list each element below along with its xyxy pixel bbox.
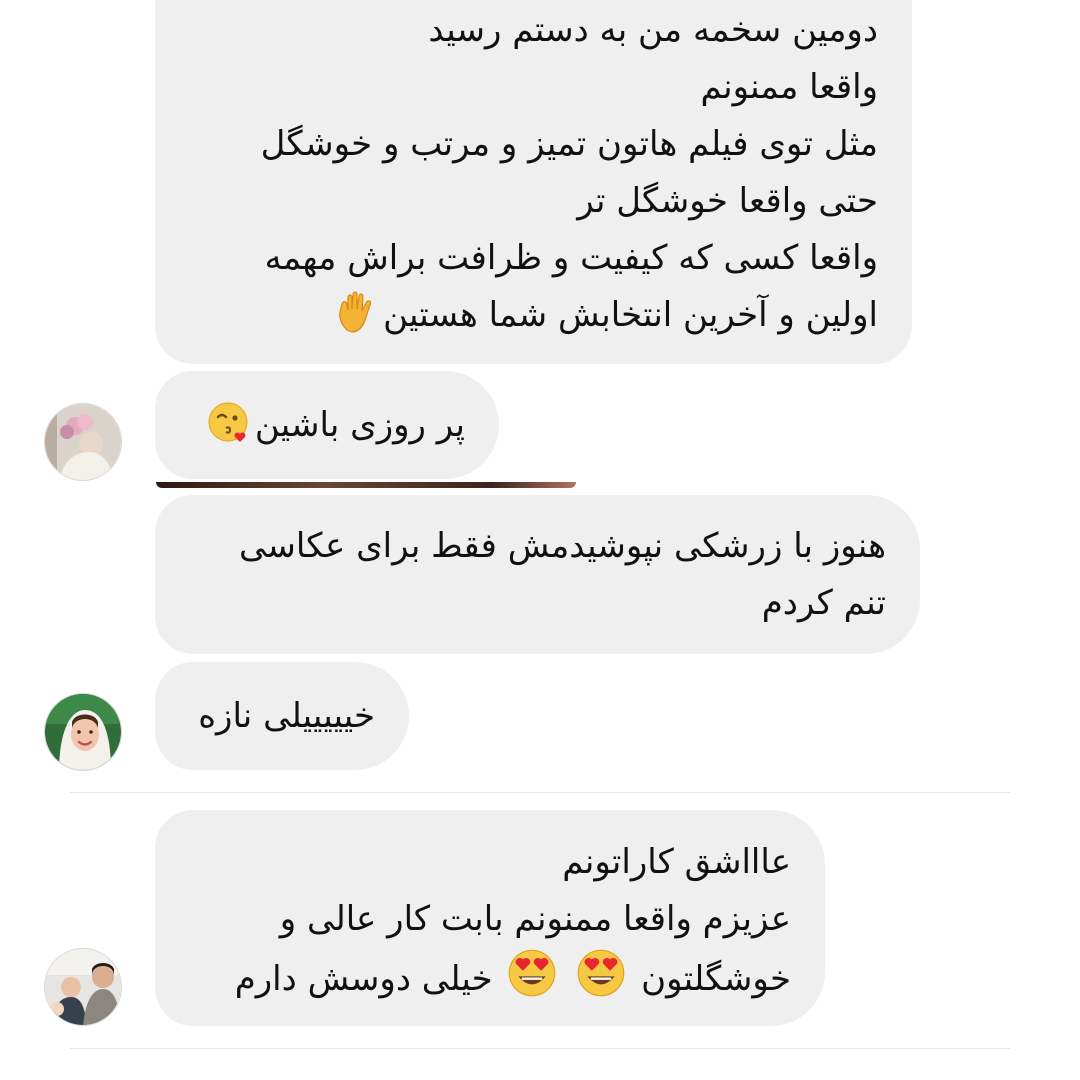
message-line: هنوز با زرشکی نپوشیدمش فقط برای عکاسی <box>239 526 886 566</box>
message-bubble-2: پر روزی باشین <box>155 371 499 479</box>
message-bubble-1: دومین سخمه من به دستم رسید واقعا ممنونم … <box>155 0 912 364</box>
message-line-with-emoji: پر روزی باشین <box>189 397 465 454</box>
heart-eyes-icon <box>577 949 625 997</box>
avatar-photo <box>45 404 121 480</box>
media-preview-strip[interactable] <box>156 482 576 488</box>
thread-divider <box>70 792 1010 793</box>
message-text: پر روزی باشین <box>254 405 465 445</box>
raised-hand-icon <box>339 291 372 333</box>
message-text: خوشگلتون <box>641 959 791 999</box>
heart-eyes-icon <box>509 949 556 997</box>
message-line: تنم کردم <box>761 583 886 623</box>
message-bubble-3: هنوز با زرشکی نپوشیدمش فقط برای عکاسی تن… <box>155 495 920 654</box>
kissing-heart-icon <box>208 402 248 442</box>
message-line-with-emoji: اولین و آخرین انتخابش شما هستین <box>189 287 878 344</box>
message-line: عزیزم واقعا ممنونم بابت کار عالی و <box>279 899 791 939</box>
message-bubble-4: خیییییلی نازه <box>155 662 409 770</box>
avatar-photo <box>45 949 121 1025</box>
user-avatar[interactable] <box>44 948 122 1026</box>
thread-divider <box>70 1048 1010 1049</box>
message-text: اولین و آخرین انتخابش شما هستین <box>383 295 878 335</box>
message-line-with-emoji: خوشگلتون خیلی دوسش دارم <box>189 948 791 1008</box>
message-line: حتی واقعا خوشگل تر <box>577 181 878 221</box>
message-line: عاااشق کاراتونم <box>562 842 791 882</box>
message-line: خیییییلی نازه <box>198 696 375 736</box>
message-bubble-5: عاااشق کاراتونم عزیزم واقعا ممنونم بابت … <box>155 810 825 1026</box>
message-line: واقعا کسی که کیفیت و ظرافت براش مهمه <box>264 238 878 278</box>
user-avatar[interactable] <box>44 403 122 481</box>
user-avatar[interactable] <box>44 693 122 771</box>
message-line: مثل توی فیلم هاتون تمیز و مرتب و خوشگل <box>260 124 878 164</box>
avatar-photo <box>45 694 121 770</box>
message-line: واقعا ممنونم <box>700 67 878 107</box>
message-line: دومین سخمه من به دستم رسید <box>428 10 878 50</box>
message-text: خیلی دوسش دارم <box>234 959 493 999</box>
